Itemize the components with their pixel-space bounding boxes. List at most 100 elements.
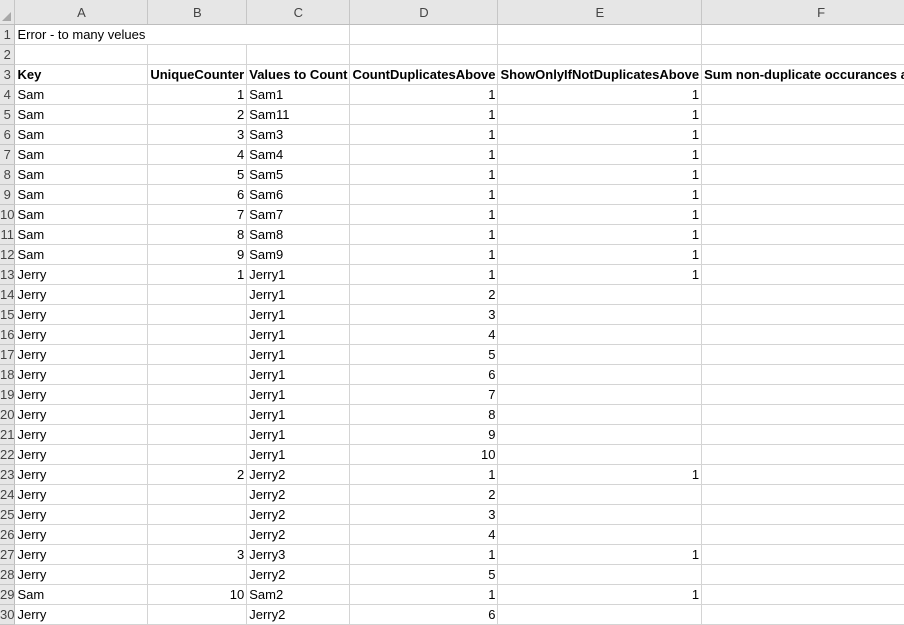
cell-c[interactable]: Sam7	[246, 204, 351, 225]
cell-c[interactable]: Jerry1	[246, 364, 351, 385]
cell-e[interactable]: 1	[497, 244, 703, 265]
cell-d[interactable]: 5	[349, 344, 499, 365]
row-header[interactable]: 14	[0, 284, 16, 305]
cell-b[interactable]: 3	[147, 124, 248, 145]
select-all-corner[interactable]	[0, 0, 16, 25]
column-title-cell-e[interactable]: ShowOnlyIfNotDuplicatesAbove	[497, 64, 703, 85]
cell-b[interactable]: 2	[147, 464, 248, 485]
cell-a[interactable]: Jerry	[14, 604, 149, 625]
cell-e[interactable]	[497, 404, 703, 425]
cell-e[interactable]: 1	[497, 584, 703, 605]
cell-c[interactable]: Sam2	[246, 584, 351, 605]
row-header[interactable]: 1	[0, 24, 16, 45]
cell-d[interactable]: 2	[349, 484, 499, 505]
cell-a[interactable]: Sam	[14, 184, 149, 205]
cell-e[interactable]: 1	[497, 264, 703, 285]
cell-f[interactable]	[701, 604, 904, 625]
row-header[interactable]: 7	[0, 144, 16, 165]
cell-f[interactable]: 6	[701, 184, 904, 205]
cell-e[interactable]	[497, 284, 703, 305]
cell-c[interactable]: Jerry1	[246, 284, 351, 305]
column-header-d[interactable]: D	[349, 0, 499, 25]
cell-f[interactable]	[701, 324, 904, 345]
column-title-cell-d[interactable]: CountDuplicatesAbove	[349, 64, 499, 85]
cell-b[interactable]	[147, 384, 248, 405]
cell-e[interactable]: 1	[497, 184, 703, 205]
cell-c[interactable]: Jerry1	[246, 264, 351, 285]
row-header[interactable]: 28	[0, 564, 16, 585]
cell-f[interactable]: 3	[701, 124, 904, 145]
cell-b[interactable]	[147, 324, 248, 345]
cell-e[interactable]: 1	[497, 104, 703, 125]
cell-a[interactable]: Jerry	[14, 344, 149, 365]
row-header[interactable]: 19	[0, 384, 16, 405]
cell-c[interactable]: Jerry1	[246, 404, 351, 425]
column-title-cell-f[interactable]: Sum non-duplicate occurances above	[701, 64, 904, 85]
row-header[interactable]: 11	[0, 224, 16, 245]
column-title-cell-a[interactable]: Key	[14, 64, 149, 85]
row-header[interactable]: 3	[0, 64, 16, 85]
row-header[interactable]: 23	[0, 464, 16, 485]
cell-a[interactable]: Jerry	[14, 264, 149, 285]
cell-f[interactable]	[701, 484, 904, 505]
row-header[interactable]: 17	[0, 344, 16, 365]
cell-e[interactable]	[497, 424, 703, 445]
cell-c[interactable]: Jerry1	[246, 304, 351, 325]
cell-f[interactable]	[701, 364, 904, 385]
cell-a[interactable]: Jerry	[14, 524, 149, 545]
cell-d[interactable]: 3	[349, 304, 499, 325]
cell-e[interactable]: 1	[497, 224, 703, 245]
row-header[interactable]: 24	[0, 484, 16, 505]
row-header[interactable]: 18	[0, 364, 16, 385]
cell-b[interactable]	[147, 564, 248, 585]
cell-f[interactable]	[701, 304, 904, 325]
cell-b[interactable]	[147, 484, 248, 505]
cell-d[interactable]: 1	[349, 464, 499, 485]
cell-e[interactable]: 1	[497, 464, 703, 485]
cell-e[interactable]: 1	[497, 204, 703, 225]
cell-c[interactable]: Sam8	[246, 224, 351, 245]
cell-e[interactable]	[497, 564, 703, 585]
cell-b[interactable]	[147, 304, 248, 325]
cell-d[interactable]: 4	[349, 324, 499, 345]
cell-c[interactable]: Sam6	[246, 184, 351, 205]
cell-b[interactable]: 3	[147, 544, 248, 565]
row-header[interactable]: 2	[0, 44, 16, 65]
cell-d[interactable]: 1	[349, 164, 499, 185]
row-header[interactable]: 26	[0, 524, 16, 545]
cell-c[interactable]: Jerry2	[246, 504, 351, 525]
cell-a[interactable]: Sam	[14, 104, 149, 125]
cell-c[interactable]: Jerry3	[246, 544, 351, 565]
cell-b[interactable]	[147, 404, 248, 425]
cell-b[interactable]	[147, 504, 248, 525]
cell-a[interactable]: Jerry	[14, 304, 149, 325]
cell-b[interactable]	[147, 24, 247, 45]
cell-d[interactable]: 2	[349, 284, 499, 305]
cell-e[interactable]	[497, 24, 703, 45]
cell-f[interactable]	[701, 284, 904, 305]
cell-a[interactable]: Jerry	[14, 464, 149, 485]
cell-c[interactable]: Jerry2	[246, 524, 351, 545]
cell-c[interactable]: Jerry2	[246, 464, 351, 485]
cell-f[interactable]	[701, 444, 904, 465]
cell-d[interactable]	[349, 24, 499, 45]
row-header[interactable]: 4	[0, 84, 16, 105]
cell-d[interactable]: 9	[349, 424, 499, 445]
cell-c[interactable]: Sam4	[246, 144, 351, 165]
cell-c[interactable]: Sam11	[246, 104, 351, 125]
cell-b[interactable]: 10	[147, 584, 248, 605]
cell-a[interactable]: Sam	[14, 164, 149, 185]
cell-d[interactable]: 6	[349, 364, 499, 385]
cell-b[interactable]: 4	[147, 144, 248, 165]
cell-a[interactable]: Sam	[14, 224, 149, 245]
cell-e[interactable]	[497, 444, 703, 465]
row-header[interactable]: 6	[0, 124, 16, 145]
cell-f[interactable]: 1	[701, 84, 904, 105]
cell-d[interactable]: 6	[349, 604, 499, 625]
cell-e[interactable]	[497, 384, 703, 405]
cell-b[interactable]: 5	[147, 164, 248, 185]
cell-e[interactable]	[497, 604, 703, 625]
cell-f[interactable]: 4	[701, 144, 904, 165]
row-header[interactable]: 22	[0, 444, 16, 465]
cell-a[interactable]: Sam	[14, 124, 149, 145]
